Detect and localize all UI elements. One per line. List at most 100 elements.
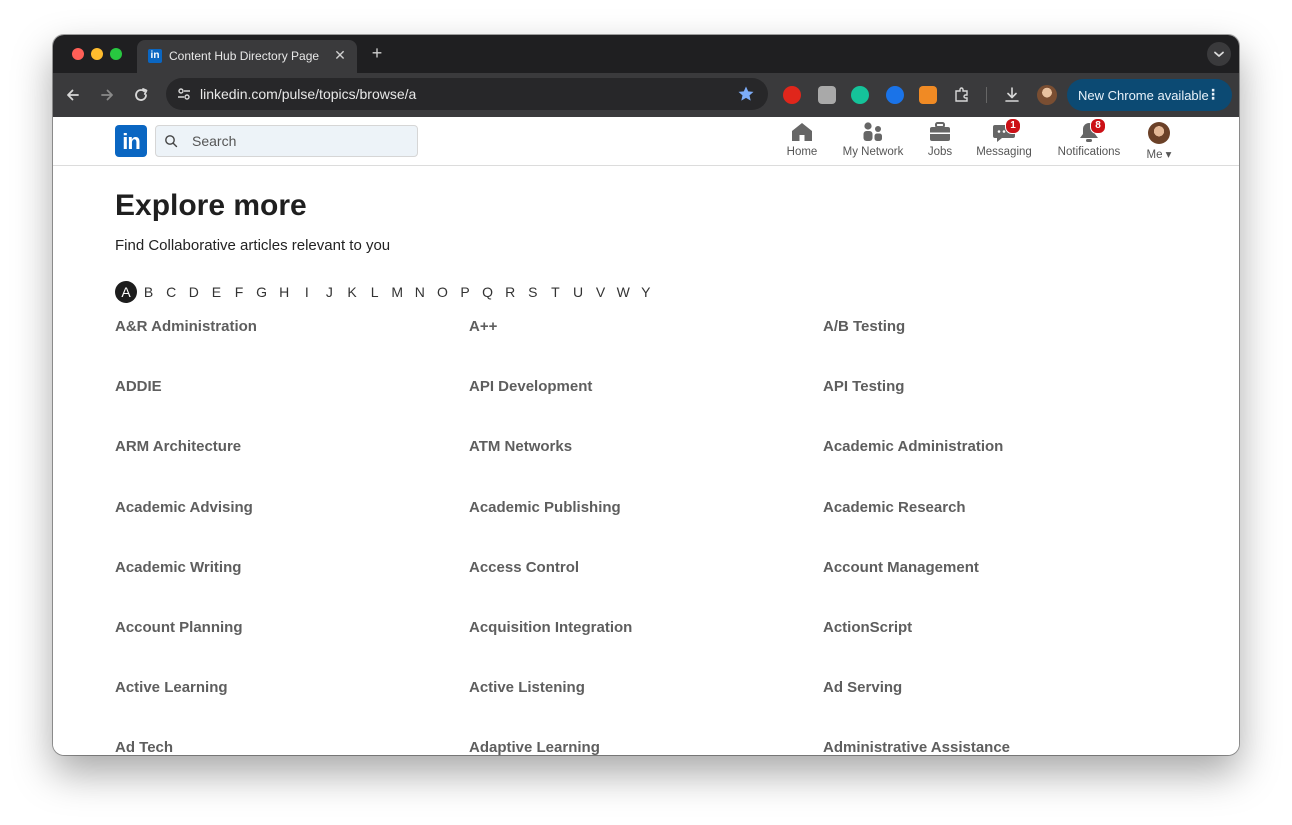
reload-icon[interactable] [131,85,151,105]
letter-c[interactable]: C [160,281,182,303]
nav-me-label: Me ▾ [1146,149,1172,161]
extension-blue-icon[interactable] [886,86,904,104]
adblock-extension-icon[interactable] [783,86,801,104]
notifications-badge: 8 [1090,118,1106,134]
letter-v[interactable]: V [590,281,612,303]
bookmark-star-icon[interactable] [737,85,755,103]
letter-q[interactable]: Q [477,281,499,303]
url-text[interactable]: linkedin.com/pulse/topics/browse/a [200,86,416,102]
topic-link[interactable]: Adaptive Learning [469,739,600,755]
topic-link[interactable]: Account Planning [115,619,243,636]
search-box[interactable] [155,125,418,157]
letter-p[interactable]: P [454,281,476,303]
topic-link[interactable]: Access Control [469,559,579,576]
topic-link[interactable]: Account Management [823,559,979,576]
letter-b[interactable]: B [138,281,160,303]
topic-link[interactable]: API Development [469,378,592,395]
nav-notifications-label: Notifications [1057,146,1121,158]
topic-link[interactable]: Ad Serving [823,679,902,696]
letter-n[interactable]: N [409,281,431,303]
extension-k-icon[interactable] [818,86,836,104]
home-icon [792,123,812,141]
nav-notifications[interactable]: 8 Notifications [1053,118,1125,163]
linkedin-favicon-icon: in [148,49,162,63]
browser-window: in Content Hub Directory Page ✕ + linked… [53,35,1239,755]
topic-link[interactable]: API Testing [823,378,904,395]
topic-link[interactable]: ARM Architecture [115,438,241,455]
topic-link[interactable]: Academic Publishing [469,499,621,516]
topic-link[interactable]: A++ [469,318,497,335]
avatar [1148,122,1170,144]
letter-s[interactable]: S [522,281,544,303]
messaging-badge: 1 [1005,118,1021,134]
letter-l[interactable]: L [364,281,386,303]
zoom-window-button[interactable] [110,48,122,60]
profile-avatar[interactable] [1037,85,1057,105]
nav-home[interactable]: Home [782,121,822,163]
search-input[interactable] [192,126,412,156]
letter-t[interactable]: T [544,281,566,303]
topic-link[interactable]: Academic Administration [823,438,1003,455]
close-window-button[interactable] [72,48,84,60]
letter-j[interactable]: J [318,281,340,303]
metamask-extension-icon[interactable] [919,86,937,104]
more-menu-icon[interactable]: ⋮ [1206,86,1220,103]
minimize-window-button[interactable] [91,48,103,60]
nav-jobs[interactable]: Jobs [923,121,957,163]
back-icon[interactable] [63,85,83,105]
jobs-icon [930,122,950,141]
letter-e[interactable]: E [205,281,227,303]
letter-y[interactable]: Y [635,281,657,303]
letter-u[interactable]: U [567,281,589,303]
topic-link[interactable]: Academic Research [823,499,966,516]
topic-link[interactable]: Academic Writing [115,559,241,576]
nav-messaging[interactable]: 1 Messaging [973,118,1035,163]
nav-home-label: Home [786,146,818,158]
topic-link[interactable]: A&R Administration [115,318,257,335]
nav-messaging-label: Messaging [976,146,1032,158]
letter-g[interactable]: G [251,281,273,303]
topic-link[interactable]: Active Learning [115,679,228,696]
extensions-puzzle-icon[interactable] [953,86,971,104]
letter-k[interactable]: K [341,281,363,303]
browser-toolbar: linkedin.com/pulse/topics/browse/a New C… [53,73,1239,117]
notifications-icon-wrap: 8 [1077,118,1106,143]
browser-tab[interactable]: in Content Hub Directory Page ✕ [137,40,357,73]
nav-my-network[interactable]: My Network [838,121,908,163]
my-network-icon [863,122,882,141]
topic-link[interactable]: Acquisition Integration [469,619,632,636]
letter-a[interactable]: A [115,281,137,303]
linkedin-logo[interactable]: in [115,125,147,157]
letter-d[interactable]: D [183,281,205,303]
letter-r[interactable]: R [499,281,521,303]
tab-search-button[interactable] [1207,42,1231,66]
nav-me[interactable]: Me ▾ [1141,121,1177,163]
letter-m[interactable]: M [386,281,408,303]
tab-close-icon[interactable]: ✕ [332,47,348,63]
letter-w[interactable]: W [612,281,634,303]
new-tab-button[interactable]: + [367,43,387,63]
nav-jobs-label: Jobs [927,146,953,158]
letter-f[interactable]: F [228,281,250,303]
letter-h[interactable]: H [273,281,295,303]
topic-link[interactable]: Administrative Assistance [823,739,1010,755]
forward-icon[interactable] [97,85,117,105]
new-chrome-available-button[interactable]: New Chrome available ⋮ [1067,79,1232,111]
topic-link[interactable]: Academic Advising [115,499,253,516]
topic-link[interactable]: ATM Networks [469,438,572,455]
toolbar-separator [986,87,987,103]
topic-link[interactable]: ADDIE [115,378,162,395]
download-icon[interactable] [1003,86,1021,104]
update-label: New Chrome available [1078,88,1209,103]
letter-i[interactable]: I [296,281,318,303]
grammarly-extension-icon[interactable] [851,86,869,104]
letter-o[interactable]: O [431,281,453,303]
site-settings-icon[interactable] [176,86,192,102]
search-icon [165,135,178,148]
web-page: in Home [53,117,1239,755]
topic-link[interactable]: ActionScript [823,619,912,636]
address-bar[interactable]: linkedin.com/pulse/topics/browse/a [166,78,768,110]
topic-link[interactable]: Active Listening [469,679,585,696]
topic-link[interactable]: Ad Tech [115,739,173,755]
topic-link[interactable]: A/B Testing [823,318,905,335]
